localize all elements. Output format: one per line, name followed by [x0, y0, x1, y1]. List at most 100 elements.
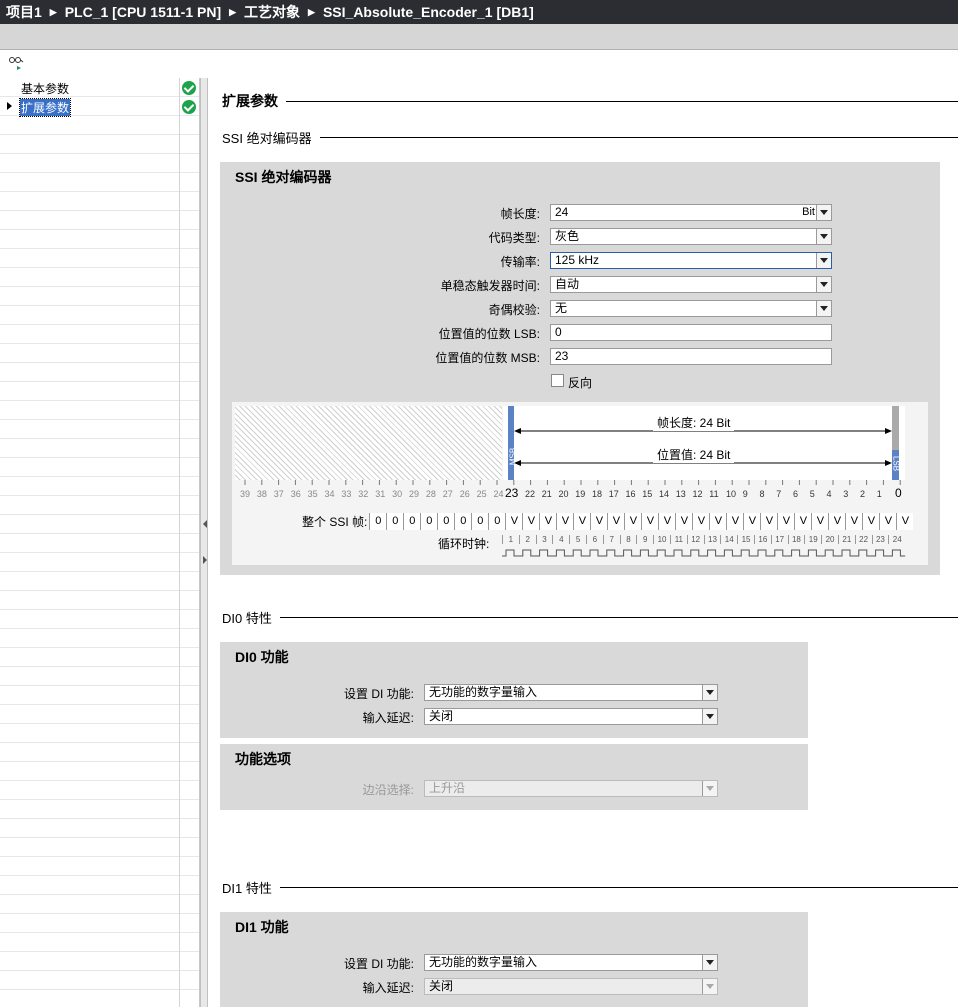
sidebar-item-label: 扩展参数	[18, 97, 72, 117]
bit-number: 27	[442, 489, 453, 499]
chevron-down-icon[interactable]	[816, 253, 831, 268]
di0-options-panel: 功能选项 边沿选择: 上升沿	[220, 744, 808, 810]
chevron-down-icon[interactable]	[816, 301, 831, 316]
collapse-left-icon[interactable]	[203, 520, 207, 528]
ssi-frame-cell: 0	[403, 513, 420, 530]
ssi-frame-cell: 0	[369, 513, 386, 530]
chevron-down-icon[interactable]	[816, 277, 831, 292]
page-title: 扩展参数	[222, 91, 958, 111]
bit-number: 14	[659, 489, 670, 499]
chevron-down-icon[interactable]	[702, 685, 717, 700]
clock-number: 3	[535, 535, 553, 544]
icon-row	[0, 51, 958, 77]
chevron-down-icon[interactable]	[816, 229, 831, 244]
clock-numbers: 1 2 3 4 5 6 7 8 9 10 11 12 13 14 15 16 17 18 19 20 21 22 23 24	[502, 535, 905, 544]
ssi-frame-cell: V	[879, 513, 896, 530]
invert-label: 反向	[568, 376, 593, 390]
ssi-frame-cell: V	[556, 513, 573, 530]
chevron-down-icon[interactable]	[702, 955, 717, 970]
chevron-down-icon[interactable]	[702, 979, 717, 994]
ssi-frame-cell: V	[675, 513, 692, 530]
field-label: 代码类型:	[488, 231, 540, 245]
sidebar-divider	[179, 78, 180, 1007]
field-label: 传输率:	[500, 255, 540, 269]
breadcrumb-item[interactable]: 工艺对象	[244, 2, 300, 22]
ssi-frame-cell: V	[845, 513, 862, 530]
bit-number: 37	[273, 489, 284, 499]
ssi-frame-cell: V	[505, 513, 522, 530]
bit-number: 11	[709, 489, 719, 499]
clock-number: 2	[518, 535, 536, 544]
code-type-select[interactable]: 灰色	[550, 228, 832, 245]
di0-function-select[interactable]: 无功能的数字量输入	[424, 684, 718, 701]
bit-number: 1	[876, 489, 882, 499]
section-heading-di0: DI0 特性	[222, 608, 958, 627]
sidebar-item-basic-params[interactable]: 基本参数	[0, 79, 200, 97]
bit-number: 15	[642, 489, 653, 499]
clock-number: 24	[888, 535, 905, 544]
bit-number: 35	[307, 489, 318, 499]
bit-ticks	[244, 480, 901, 485]
bit-number: 33	[341, 489, 352, 499]
bit-number: 18	[592, 489, 603, 499]
breadcrumb-item[interactable]: PLC_1 [CPU 1511-1 PN]	[65, 4, 221, 20]
msb-input[interactable]: 23	[550, 348, 832, 365]
field-label: 位置值的位数 LSB:	[438, 327, 540, 341]
invert-checkbox[interactable]	[551, 374, 564, 387]
expand-right-icon[interactable]	[203, 556, 207, 564]
ssi-frame-cell: V	[658, 513, 675, 530]
bit-number: 6	[793, 489, 799, 499]
di1-function-select[interactable]: 无功能的数字量输入	[424, 954, 718, 971]
sidebar: 基本参数 扩展参数	[0, 78, 200, 1007]
di1-function-panel: DI1 功能 设置 DI 功能: 无功能的数字量输入 输入延迟: 关闭	[220, 912, 808, 1007]
parity-select[interactable]: 无	[550, 300, 832, 317]
ssi-frame-cell: V	[590, 513, 607, 530]
baud-rate-select[interactable]: 125 kHz	[550, 252, 832, 269]
chevron-down-icon[interactable]	[702, 709, 717, 724]
clock-number: 19	[804, 535, 821, 544]
ssi-frame-cells: 00000000VVVVVVVVVVVVVVVVVVVVVVVV	[369, 513, 914, 530]
frame-length-text: 帧长度: 24 Bit	[653, 414, 735, 431]
splitter[interactable]	[200, 78, 208, 1007]
chevron-right-icon: ▶	[49, 6, 57, 17]
clock-number: 16	[753, 535, 771, 544]
breadcrumb-item[interactable]: 项目1	[6, 2, 42, 22]
monoflop-time-select[interactable]: 自动	[550, 276, 832, 293]
breadcrumb-item[interactable]: SSI_Absolute_Encoder_1 [DB1]	[323, 4, 534, 20]
bit-number: 30	[392, 489, 403, 499]
expand-arrow-icon[interactable]	[7, 102, 12, 110]
ssi-frame-cell: V	[896, 513, 913, 530]
glasses-icon[interactable]	[8, 56, 26, 72]
clock-number: 21	[837, 535, 855, 544]
bit-number: 24	[493, 489, 504, 499]
di0-function-panel: DI0 功能 设置 DI 功能: 无功能的数字量输入 输入延迟: 关闭	[220, 642, 808, 738]
ssi-frame-cell: 0	[471, 513, 488, 530]
di1-input-delay-select[interactable]: 关闭	[424, 978, 718, 995]
bit-number: 5	[809, 489, 815, 499]
sidebar-item-extended-params[interactable]: 扩展参数	[0, 97, 200, 117]
panel-title: SSI 绝对编码器	[235, 169, 332, 185]
di0-input-delay-select[interactable]: 关闭	[424, 708, 718, 725]
ssi-frame-cell: V	[539, 513, 556, 530]
clock-number: 5	[569, 535, 586, 544]
panel-title: DI1 功能	[235, 919, 289, 935]
field-label: 边沿选择:	[362, 783, 414, 797]
ssi-frame-diagram: MSB LSB 帧长度: 24 Bit 位置值: 24 Bit 39 38 37 36…	[232, 402, 928, 565]
ssi-frame-cell: 0	[386, 513, 403, 530]
bit-number: 25	[476, 489, 487, 499]
breadcrumb: 项目1 ▶ PLC_1 [CPU 1511-1 PN] ▶ 工艺对象 ▶ SSI…	[0, 0, 958, 24]
bit-number: 10	[726, 489, 737, 499]
bit-number: 4	[826, 489, 832, 499]
bit-number: 21	[541, 489, 552, 499]
frame-length-field[interactable]: 24 Bit	[550, 204, 832, 221]
clock-number: 17	[770, 535, 788, 544]
chevron-down-icon[interactable]	[816, 205, 831, 220]
ssi-frame-cell: V	[726, 513, 743, 530]
clock-number: 12	[686, 535, 704, 544]
clock-number: 4	[552, 535, 569, 544]
field-label: 设置 DI 功能:	[343, 957, 414, 971]
bit-number: 22	[525, 489, 536, 499]
ssi-frame-cell: V	[522, 513, 539, 530]
lsb-bit-number: 0	[895, 486, 902, 500]
lsb-input[interactable]: 0	[550, 324, 832, 341]
